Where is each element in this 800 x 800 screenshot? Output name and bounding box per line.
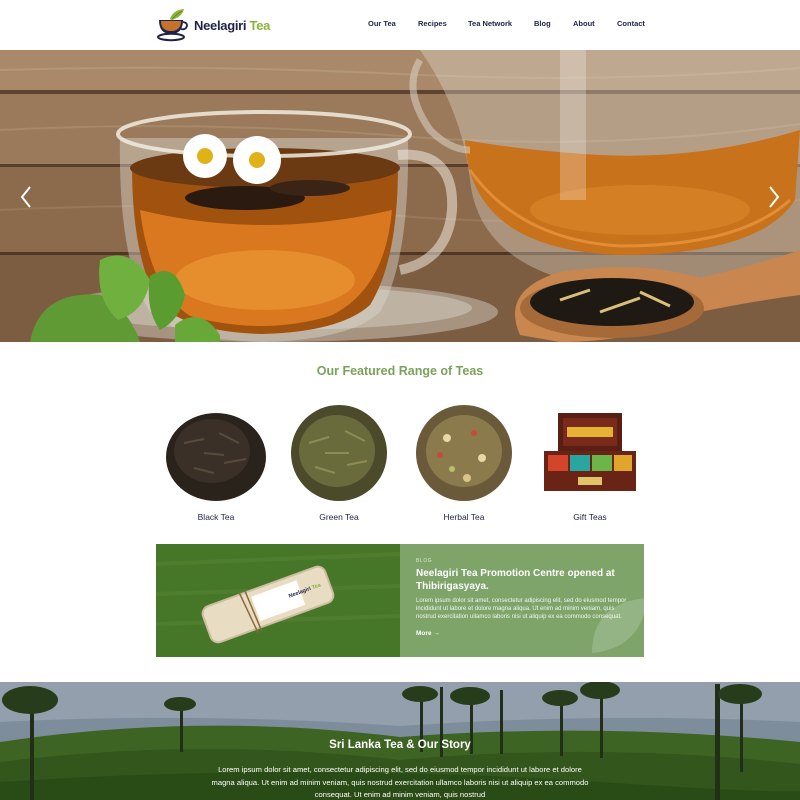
hero-slider[interactable] <box>0 50 800 342</box>
tea-pouch-image <box>156 544 400 657</box>
slider-next-icon[interactable] <box>766 184 782 210</box>
green-tea-image <box>291 405 387 501</box>
nav-about[interactable]: About <box>573 19 595 28</box>
blog-more-link[interactable]: More → <box>416 630 440 637</box>
nav-our-tea[interactable]: Our Tea <box>368 19 396 28</box>
slider-prev-icon[interactable] <box>18 184 34 210</box>
story-title: Sri Lanka Tea & Our Story <box>329 739 471 751</box>
blog-tag: BLOG <box>416 558 433 564</box>
product-label: Green Tea <box>319 512 359 522</box>
nav-tea-network[interactable]: Tea Network <box>468 19 512 28</box>
main-nav: Our Tea Recipes Tea Network Blog About C… <box>0 19 800 31</box>
featured-title: Our Featured Range of Teas <box>316 364 484 378</box>
blog-title[interactable]: Neelagiri Tea Promotion Centre opened at… <box>416 568 630 593</box>
leaf-watermark-icon <box>592 598 644 653</box>
blog-feature: Neelagiri Tea BLOG Neelagiri Tea Promoti… <box>156 544 644 657</box>
blog-image: Neelagiri Tea <box>156 544 400 657</box>
hero-tea-image <box>0 50 800 342</box>
black-tea-image <box>166 413 266 501</box>
nav-contact[interactable]: Contact <box>617 19 645 28</box>
nav-recipes[interactable]: Recipes <box>418 19 447 28</box>
product-gift-teas[interactable]: Gift Teas <box>535 400 645 530</box>
product-label: Herbal Tea <box>443 512 485 522</box>
story-section: Sri Lanka Tea & Our Story Lorem ipsum do… <box>0 682 800 800</box>
story-body: Lorem ipsum dolor sit amet, consectetur … <box>211 765 589 799</box>
gift-box-image <box>544 413 636 491</box>
product-herbal-tea[interactable]: Herbal Tea <box>409 400 519 530</box>
blog-panel: BLOG Neelagiri Tea Promotion Centre open… <box>400 544 644 657</box>
product-black-tea[interactable]: Black Tea <box>161 400 271 530</box>
product-label: Black Tea <box>197 512 235 522</box>
product-label: Gift Teas <box>573 512 607 522</box>
site-header: Neelagiri Tea Our Tea Recipes Tea Networ… <box>0 0 800 50</box>
product-green-tea[interactable]: Green Tea <box>284 400 394 530</box>
herbal-tea-image <box>416 405 512 501</box>
nav-blog[interactable]: Blog <box>534 19 551 28</box>
